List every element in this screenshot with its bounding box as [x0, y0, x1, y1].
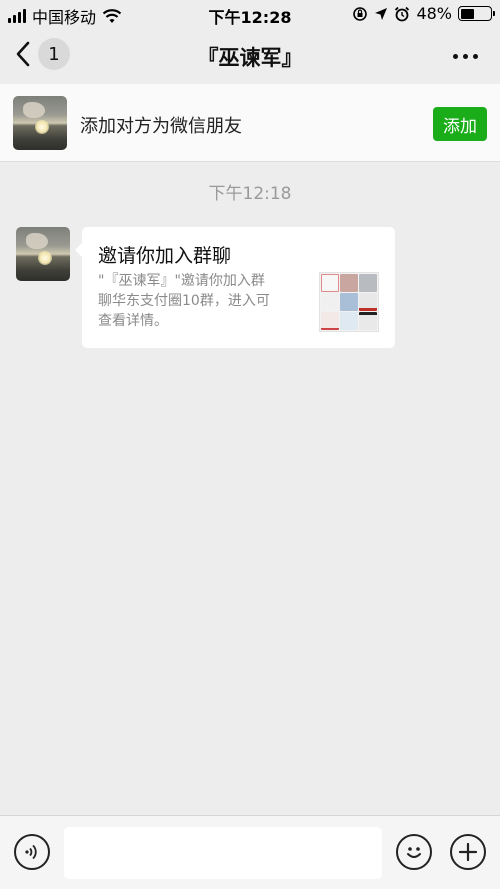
- unread-count-badge: 1: [38, 38, 70, 70]
- rotation-lock-icon: [353, 6, 368, 21]
- invite-card-title: 邀请你加入群聊: [98, 245, 232, 267]
- message-text-input[interactable]: [64, 827, 382, 879]
- add-friend-prompt: 添加对方为微信朋友: [80, 116, 242, 137]
- back-button[interactable]: 1: [14, 38, 70, 70]
- alarm-icon: [395, 6, 410, 21]
- chevron-left-icon: [16, 41, 30, 67]
- voice-button[interactable]: [14, 834, 50, 870]
- more-dot-icon: [473, 54, 478, 59]
- message-timestamp: 下午12:18: [208, 184, 292, 204]
- group-avatar-thumbnail: [319, 272, 379, 332]
- status-right: 48%: [352, 4, 495, 23]
- voice-icon: [25, 844, 37, 860]
- more-dot-icon: [463, 54, 468, 59]
- nav-bar: 1 『巫谏军』: [0, 28, 500, 84]
- battery-icon: [458, 6, 495, 21]
- more-options-button[interactable]: [453, 54, 478, 59]
- page-title: 『巫谏军』: [197, 46, 303, 70]
- more-functions-button[interactable]: [450, 834, 486, 870]
- emoji-icon: [407, 847, 421, 858]
- message-input-bar: [0, 815, 500, 889]
- emoji-button[interactable]: [396, 834, 432, 870]
- sender-avatar[interactable]: [16, 227, 70, 281]
- plus-icon: [458, 842, 478, 862]
- invite-card-description: "『巫谏军』"邀请你加入群 聊华东支付圈10群，进入可 查看详情。: [98, 273, 270, 329]
- more-dot-icon: [453, 54, 458, 59]
- group-invite-card[interactable]: 邀请你加入群聊 "『巫谏军』"邀请你加入群 聊华东支付圈10群，进入可 查看详情…: [75, 227, 395, 348]
- battery-fill: [460, 8, 475, 19]
- battery-percent: 48%: [416, 4, 452, 23]
- location-arrow-icon: [375, 7, 388, 20]
- status-bar: 中国移动 下午12:28 48%: [0, 0, 500, 28]
- add-friend-banner: 添加对方为微信朋友 添加: [0, 84, 500, 162]
- add-friend-button[interactable]: 添加: [433, 107, 487, 141]
- contact-avatar[interactable]: [13, 96, 67, 150]
